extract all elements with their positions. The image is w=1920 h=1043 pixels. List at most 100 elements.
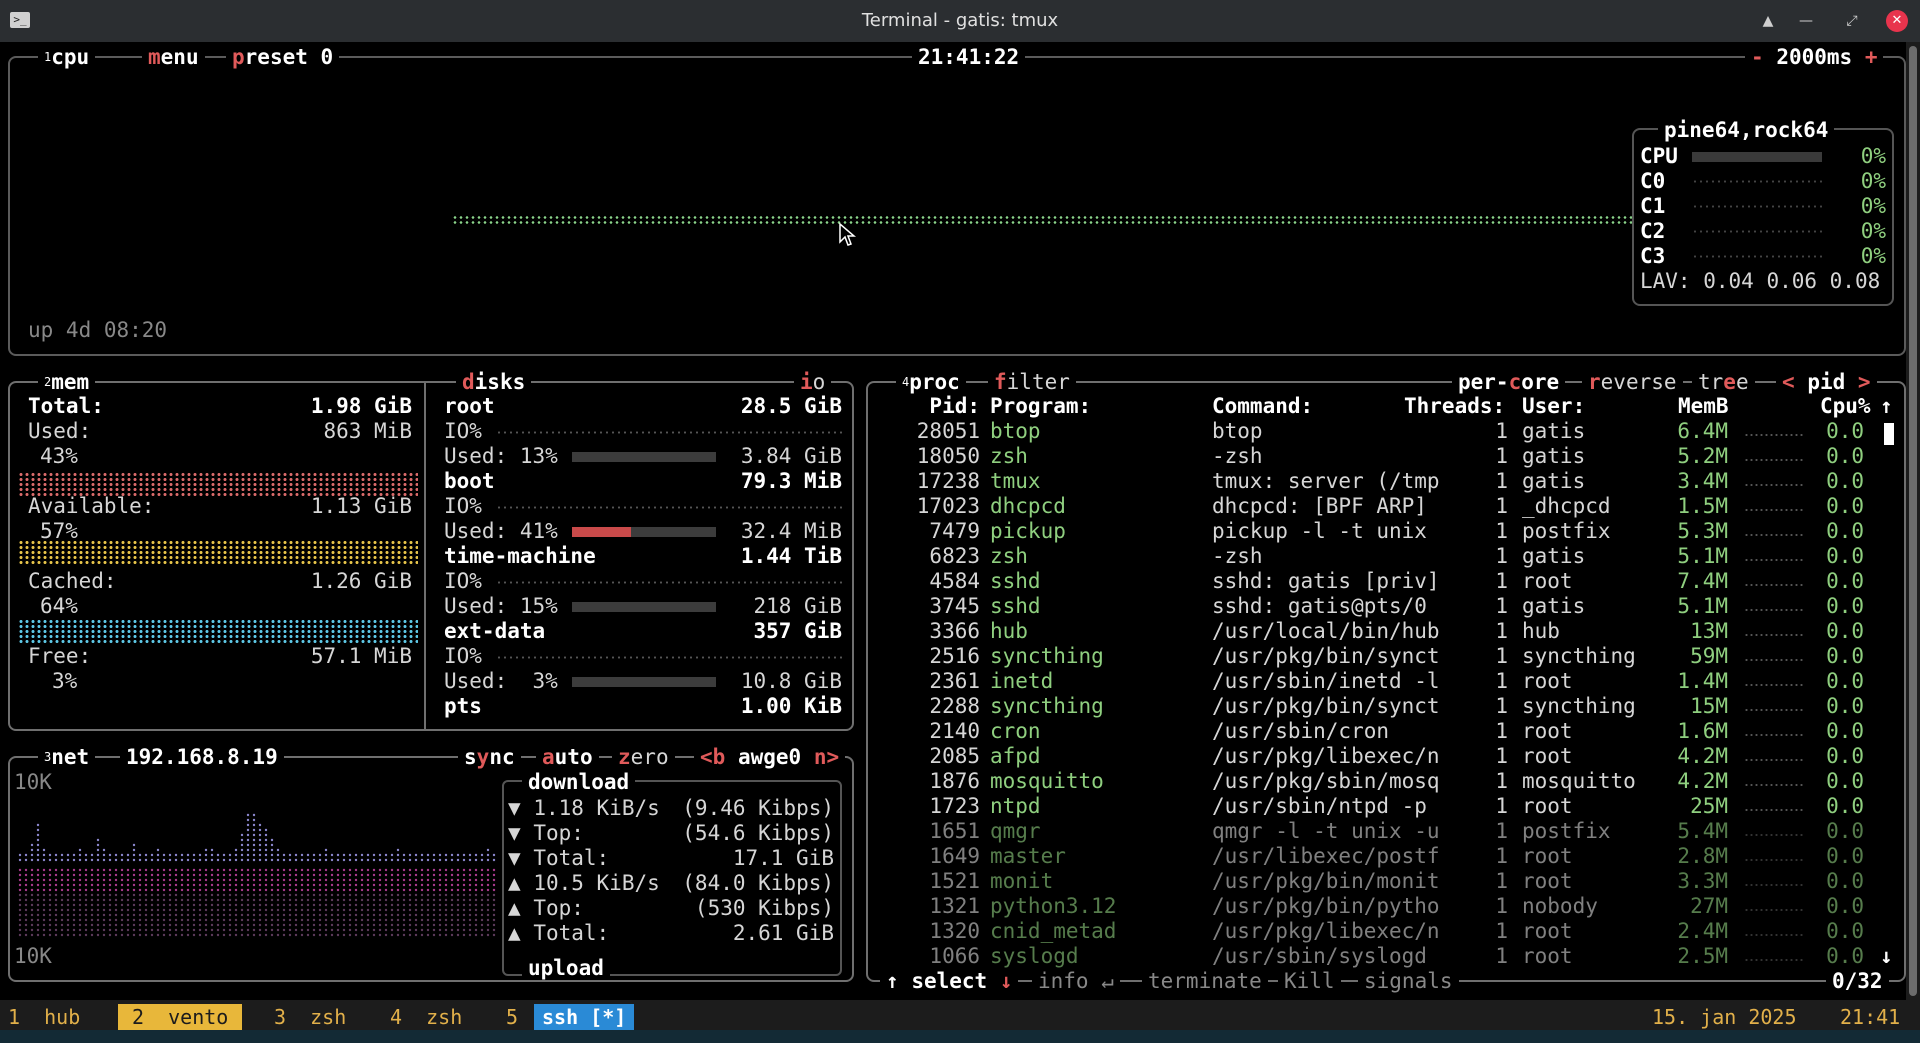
per-core-toggle[interactable]: per-core (1452, 370, 1566, 394)
process-row[interactable]: 2361 inetd/usr/sbin/inetd -l 1 root 1.4M 0.0 (868, 669, 1868, 694)
process-pid: 2140 (929, 719, 980, 743)
disks-panel-title[interactable]: disks (456, 370, 532, 394)
net-upload-point (90, 903, 94, 907)
net-upload-point (156, 923, 160, 927)
signals-button[interactable]: signals (1358, 969, 1459, 993)
close-icon[interactable]: ✕ (1886, 10, 1908, 32)
net-upload-point (330, 913, 334, 917)
minimize-icon[interactable]: — (1794, 9, 1818, 33)
scroll-up-icon[interactable]: ↑ (1880, 394, 1893, 419)
col-cpu[interactable]: Cpu% (1820, 394, 1871, 419)
menu-button[interactable]: menu (142, 45, 205, 69)
disk-io-label: IO% (444, 419, 482, 443)
process-threads: 1 (1495, 869, 1508, 893)
process-row[interactable]: 1876 mosquitto/usr/pkg/sbin/mosq 1 mosquitt… (868, 769, 1868, 794)
col-program[interactable]: Program: (990, 394, 1091, 419)
process-row[interactable]: 3366 hub/usr/local/bin/hub 1 hub 13M 0.0 (868, 619, 1868, 644)
select-control[interactable]: ↑ select ↓ (880, 969, 1019, 993)
net-zero-toggle[interactable]: zero (612, 745, 675, 769)
scrollbar-thumb[interactable] (1909, 46, 1917, 996)
process-row[interactable]: 1320 cnid_metad/usr/pkg/libexec/n 1 root 2.4… (868, 919, 1868, 944)
process-row[interactable]: 7479 pickup pickup -l -t unix 1 postfix 5.3M 0… (868, 519, 1868, 544)
tree-toggle[interactable]: tree (1692, 370, 1755, 394)
net-upload-point (258, 903, 262, 907)
col-command[interactable]: Command: (1212, 394, 1313, 419)
proc-scroll-thumb[interactable] (1884, 423, 1894, 445)
process-row[interactable]: 2516 syncthing/usr/pkg/bin/synct 1 syncthin… (868, 644, 1868, 669)
process-mem: 5.1M (1677, 544, 1728, 568)
keep-above-icon[interactable]: ▲ (1756, 9, 1780, 33)
net-upload-point (36, 883, 40, 887)
net-upload-point (228, 878, 232, 882)
process-row[interactable]: 2288 syncthing/usr/pkg/bin/synct 1 syncthin… (868, 694, 1868, 719)
tmux-window-3[interactable]: 3 zsh (274, 1004, 346, 1030)
net-upload-point (426, 898, 430, 902)
terminal-scrollbar[interactable] (1906, 42, 1920, 1000)
process-row[interactable]: 1723 ntpd/usr/sbin/ntpd -p 1 root 25M 0.0 (868, 794, 1868, 819)
net-download-point (276, 853, 280, 857)
process-row[interactable]: 17023 dhcpcd dhcpcd: [BPF ARP] 1 _dhcpcd 1.5M… (868, 494, 1868, 519)
net-upload-point (168, 928, 172, 932)
net-upload-point (306, 888, 310, 892)
process-row[interactable]: 6823 zsh -zsh 1 gatis 5.1M 0.0 (868, 544, 1868, 569)
net-upload-point (216, 923, 220, 927)
net-upload-point (390, 868, 394, 872)
process-row[interactable]: 28051 btop btop 1 gatis 6.4M 0.0 (868, 419, 1868, 444)
process-row[interactable]: 1649 master/usr/libexec/postf 1 root 2.8M 0.0 (868, 844, 1868, 869)
preset-button[interactable]: preset 0 (226, 45, 340, 69)
net-upload-point (192, 908, 196, 912)
process-threads: 1 (1495, 769, 1508, 793)
process-cpu: 0.0 (1826, 494, 1864, 518)
net-auto-toggle[interactable]: auto (536, 745, 599, 769)
col-mem[interactable]: MemB (1678, 394, 1729, 419)
net-upload-point (438, 923, 442, 927)
process-row[interactable]: 1066 syslogd/usr/sbin/syslogd 1 root 2.5M 0.0 (868, 944, 1868, 969)
sort-selector[interactable]: < pid > (1776, 370, 1877, 394)
process-row[interactable]: 18050 zsh -zsh 1 gatis 5.2M 0.0 (868, 444, 1868, 469)
tmux-window-5[interactable]: 5 (506, 1004, 518, 1030)
process-row[interactable]: 1651 qmgr qmgr -l -t unix -u 1 postfix 5.4M 0.… (868, 819, 1868, 844)
process-row[interactable]: 1321 python3.12/usr/pkg/bin/pytho 1 nobody 2… (868, 894, 1868, 919)
net-sync-toggle[interactable]: sync (458, 745, 521, 769)
net-download-point (438, 858, 442, 862)
net-iface-selector[interactable]: <b awge0 n> (694, 745, 846, 769)
net-upload-point (276, 923, 280, 927)
net-upload-point (294, 928, 298, 932)
process-cpu-graph (1744, 808, 1804, 812)
col-pid[interactable]: Pid: (908, 394, 980, 419)
terminate-button[interactable]: terminate (1142, 969, 1268, 993)
net-upload-point (294, 923, 298, 927)
net-upload-point (450, 923, 454, 927)
process-row[interactable]: 1521 monit/usr/pkg/bin/monit 1 root 3.3M 0.0 (868, 869, 1868, 894)
process-row[interactable]: 17238 tmux tmux: server (/tmp 1 gatis 3.4M 0.0 (868, 469, 1868, 494)
net-upload-point (342, 878, 346, 882)
process-row[interactable]: 2085 afpd/usr/pkg/libexec/n 1 root 4.2M 0.0 (868, 744, 1868, 769)
net-upload-point (60, 873, 64, 877)
process-row[interactable]: 4584 sshd sshd: gatis [priv] 1 root 7.4M 0.0 (868, 569, 1868, 594)
net-upload-point (168, 878, 172, 882)
net-upload-point (306, 913, 310, 917)
tmux-window-2[interactable]: 2 vento (118, 1004, 243, 1030)
net-upload-point (84, 878, 88, 882)
info-button[interactable]: info ↵ (1032, 969, 1120, 993)
net-upload-point (438, 903, 442, 907)
tmux-window-5-active[interactable]: ssh [*] (534, 1004, 635, 1030)
net-upload-point (144, 868, 148, 872)
net-upload-point (42, 933, 46, 937)
tmux-window-1[interactable]: 1 hub (8, 1004, 80, 1030)
col-user[interactable]: User: (1522, 394, 1585, 419)
interval-control[interactable]: - 2000ms + (1745, 45, 1884, 69)
io-toggle[interactable]: io (794, 370, 832, 394)
scroll-down-icon[interactable]: ↓ (1880, 944, 1893, 969)
col-threads[interactable]: Threads: (1404, 394, 1505, 419)
kill-button[interactable]: Kill (1278, 969, 1341, 993)
maximize-icon[interactable]: ⤢ (1840, 9, 1864, 33)
process-row[interactable]: 3745 sshd sshd: gatis@pts/0 1 gatis 5.1M 0.0 (868, 594, 1868, 619)
reverse-toggle[interactable]: reverse (1582, 370, 1683, 394)
net-upload-point (138, 868, 142, 872)
process-row[interactable]: 2140 cron/usr/sbin/cron 1 root 1.6M 0.0 (868, 719, 1868, 744)
net-upload-point (54, 903, 58, 907)
net-download-point (240, 858, 244, 862)
tmux-window-4[interactable]: 4 zsh (390, 1004, 462, 1030)
filter-button[interactable]: filter (988, 370, 1076, 394)
